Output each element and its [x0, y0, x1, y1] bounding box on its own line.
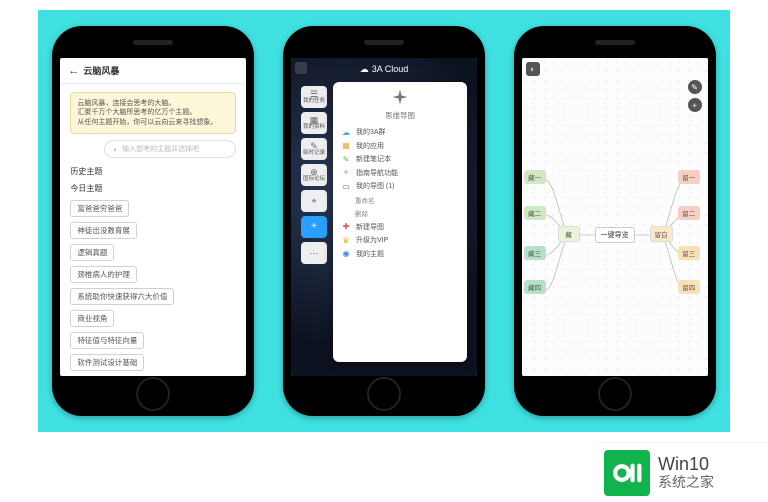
mindmap-branch-right[interactable]: 留白: [650, 226, 673, 242]
mindmap-leaf[interactable]: 留四: [678, 280, 700, 294]
spark-icon: [341, 88, 459, 106]
watermark-text: Win10 系统之家: [658, 455, 714, 490]
toolbar-item[interactable]: ⊕国际论坛: [301, 164, 327, 186]
phone1-header: ← 云脑风暴: [60, 58, 246, 84]
topic-chip[interactable]: 富爸爸穷爸爸: [70, 200, 129, 217]
apps-icon: ▦: [341, 141, 351, 150]
phone2-screen: ☁3A Cloud ☰我的任务 ▦我的资料 ✎临时记录 ⊕国际论坛 ⌖ + ⋯ …: [291, 58, 477, 376]
toolbar-add-button[interactable]: +: [301, 216, 327, 238]
toolbar-item[interactable]: ⋯: [301, 242, 327, 264]
topic-input[interactable]: 输入想考的主题并选择吧: [104, 140, 236, 158]
intro-line3: 从任何主题开始，你可以云向云来寻找想象。: [77, 118, 229, 127]
compass-icon: ✧: [341, 168, 351, 177]
menu-row[interactable]: ✧指南导航功能: [341, 168, 459, 178]
toolbar-item[interactable]: ▦我的资料: [301, 112, 327, 134]
brand-label: 3A Cloud: [372, 64, 409, 74]
intro-line2: 汇聚千万个大脑所思考的亿万个主题。: [77, 108, 229, 117]
mindmap-leaf[interactable]: 藏一: [524, 170, 546, 184]
phone3-menu-icon[interactable]: ◐: [526, 62, 540, 76]
mindmap-leaf[interactable]: 留二: [678, 206, 700, 220]
history-section-title: 历史主题: [70, 166, 236, 177]
mindmap-leaf[interactable]: 藏二: [524, 206, 546, 220]
menu-row[interactable]: ◉我的主题: [341, 249, 459, 259]
mindmap-leaf[interactable]: 藏三: [524, 246, 546, 260]
back-arrow-icon[interactable]: ←: [68, 65, 79, 77]
menu-row[interactable]: ✚新建导图: [341, 222, 459, 232]
intro-card: 云脑风暴，连接会思考的大脑。 汇聚千万个大脑所思考的亿万个主题。 从任何主题开始…: [70, 92, 236, 134]
fab-add[interactable]: +: [688, 98, 702, 112]
panel-title: 思维导图: [341, 110, 459, 121]
folder-icon: ▭: [341, 182, 351, 191]
left-toolbar: ☰我的任务 ▦我的资料 ✎临时记录 ⊕国际论坛 ⌖ + ⋯: [301, 86, 327, 264]
main-panel: 思维导图 ☁我的3A群 ▦我的应用 ✎新建笔记本 ✧指南导航功能 ▭我的导图 (…: [333, 82, 467, 362]
topic-input-placeholder: 输入想考的主题并选择吧: [122, 144, 199, 154]
today-section-title: 今日主题: [70, 183, 236, 194]
topic-chip[interactable]: 商业视角: [70, 310, 114, 327]
brand-header: ☁3A Cloud: [291, 64, 477, 75]
edit-icon: ✎: [341, 155, 351, 164]
cloud-icon: ☁: [360, 64, 369, 75]
phone3-screen: ◐ ✎ + 一键导览: [522, 58, 708, 376]
menu-row-delete[interactable]: 删除: [341, 208, 459, 218]
theme-icon: ◉: [341, 249, 351, 258]
watermark-line1: Win10: [658, 455, 714, 473]
showcase-stage: ← 云脑风暴 云脑风暴，连接会思考的大脑。 汇聚千万个大脑所思考的亿万个主题。 …: [38, 10, 730, 432]
toolbar-item[interactable]: ☰我的任务: [301, 86, 327, 108]
mindmap-leaf[interactable]: 留一: [678, 170, 700, 184]
panel-menu: ☁我的3A群 ▦我的应用 ✎新建笔记本 ✧指南导航功能 ▭我的导图 (1) 重命…: [341, 127, 459, 259]
phone-frame-3: ◐ ✎ + 一键导览: [514, 26, 716, 416]
add-icon: ✚: [341, 222, 351, 231]
fab-edit[interactable]: ✎: [688, 80, 702, 94]
topic-chip[interactable]: 软件测试设计基础: [70, 354, 144, 371]
mindmap-leaf[interactable]: 藏四: [524, 280, 546, 294]
phone-frame-1: ← 云脑风暴 云脑风暴，连接会思考的大脑。 汇聚千万个大脑所思考的亿万个主题。 …: [52, 26, 254, 416]
menu-row[interactable]: ☁我的3A群: [341, 127, 459, 137]
toolbar-item[interactable]: ⌖: [301, 190, 327, 212]
phone1-title: 云脑风暴: [83, 64, 119, 77]
topic-chip[interactable]: 逻辑真题: [70, 244, 114, 261]
pin-icon: ⌖: [311, 197, 316, 206]
topic-chip[interactable]: 颈椎病人的护理: [70, 266, 137, 283]
plus-icon: +: [311, 222, 317, 232]
watermark: Win10 系统之家: [598, 442, 768, 502]
more-icon: ⋯: [309, 249, 318, 258]
mindmap-canvas[interactable]: 一键导览 藏 藏一 藏二 藏三 藏四 留白 留一 留二 留三 留四: [522, 118, 708, 352]
topic-chip-list: 富爸爸穷爸爸 神徒出没教育展 逻辑真题 颈椎病人的护理 系统助你快速获得六大价值…: [70, 198, 236, 373]
menu-row[interactable]: ▭我的导图 (1): [341, 181, 459, 191]
vip-icon: ♛: [341, 236, 351, 245]
intro-line1: 云脑风暴，连接会思考的大脑。: [77, 99, 229, 108]
phone1-screen: ← 云脑风暴 云脑风暴，连接会思考的大脑。 汇聚千万个大脑所思考的亿万个主题。 …: [60, 58, 246, 376]
menu-row[interactable]: ✎新建笔记本: [341, 154, 459, 164]
watermark-line2: 系统之家: [658, 475, 714, 490]
topic-chip[interactable]: 系统助你快速获得六大价值: [70, 288, 174, 305]
cloud-icon: ☁: [341, 128, 351, 137]
mindmap-root-node[interactable]: 一键导览: [595, 227, 635, 243]
menu-row[interactable]: ▦我的应用: [341, 141, 459, 151]
phone-frame-2: ☁3A Cloud ☰我的任务 ▦我的资料 ✎临时记录 ⊕国际论坛 ⌖ + ⋯ …: [283, 26, 485, 416]
topic-chip[interactable]: 神徒出没教育展: [70, 222, 137, 239]
menu-row[interactable]: ♛升级为VIP: [341, 235, 459, 245]
topic-chip[interactable]: 特征值与特征向量: [70, 332, 144, 349]
toolbar-item[interactable]: ✎临时记录: [301, 138, 327, 160]
mindmap-branch-left[interactable]: 藏: [558, 226, 580, 242]
mindmap-leaf[interactable]: 留三: [678, 246, 700, 260]
watermark-logo-icon: [604, 450, 650, 496]
menu-row-rename[interactable]: 重命名: [341, 195, 459, 205]
